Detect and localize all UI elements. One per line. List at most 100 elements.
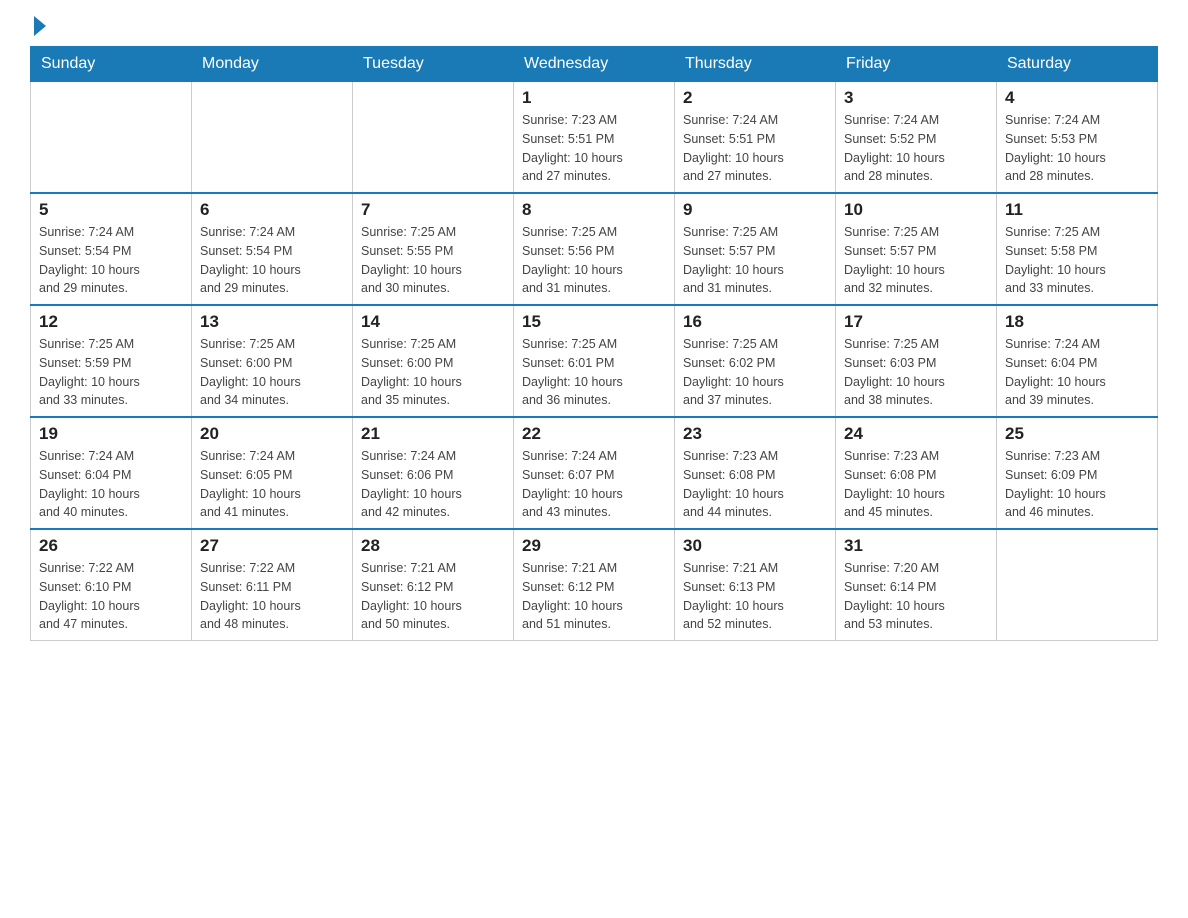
day-number: 10 (844, 200, 988, 220)
calendar-cell: 8 Sunrise: 7:25 AM Sunset: 5:56 PM Daylig… (514, 193, 675, 305)
logo (30, 20, 46, 36)
calendar-cell: 28 Sunrise: 7:21 AM Sunset: 6:12 PM Dayli… (353, 529, 514, 641)
day-info: Sunrise: 7:24 AM Sunset: 5:51 PM Dayligh… (683, 111, 827, 186)
calendar-cell (31, 82, 192, 194)
day-info: Sunrise: 7:24 AM Sunset: 5:54 PM Dayligh… (200, 223, 344, 298)
day-info: Sunrise: 7:21 AM Sunset: 6:12 PM Dayligh… (522, 559, 666, 634)
day-number: 28 (361, 536, 505, 556)
day-number: 24 (844, 424, 988, 444)
weekday-header-monday: Monday (192, 47, 353, 82)
calendar-cell: 7 Sunrise: 7:25 AM Sunset: 5:55 PM Daylig… (353, 193, 514, 305)
week-row-4: 19 Sunrise: 7:24 AM Sunset: 6:04 PM Dayli… (31, 417, 1158, 529)
weekday-header-thursday: Thursday (675, 47, 836, 82)
calendar-cell: 6Sunrise: 7:24 AM Sunset: 5:54 PM Daylig… (192, 193, 353, 305)
day-number: 1 (522, 88, 666, 108)
day-info: Sunrise: 7:25 AM Sunset: 5:57 PM Dayligh… (844, 223, 988, 298)
day-number: 15 (522, 312, 666, 332)
calendar-cell: 18 Sunrise: 7:24 AM Sunset: 6:04 PM Dayli… (997, 305, 1158, 417)
weekday-header-saturday: Saturday (997, 47, 1158, 82)
day-info: Sunrise: 7:24 AM Sunset: 6:05 PM Dayligh… (200, 447, 344, 522)
day-info: Sunrise: 7:23 AM Sunset: 6:09 PM Dayligh… (1005, 447, 1149, 522)
day-number: 20 (200, 424, 344, 444)
day-info: Sunrise: 7:25 AM Sunset: 6:01 PM Dayligh… (522, 335, 666, 410)
day-number: 25 (1005, 424, 1149, 444)
calendar-cell: 3Sunrise: 7:24 AM Sunset: 5:52 PM Daylig… (836, 82, 997, 194)
calendar-cell: 20 Sunrise: 7:24 AM Sunset: 6:05 PM Dayli… (192, 417, 353, 529)
day-info: Sunrise: 7:25 AM Sunset: 6:00 PM Dayligh… (200, 335, 344, 410)
day-info: Sunrise: 7:25 AM Sunset: 5:57 PM Dayligh… (683, 223, 827, 298)
calendar-cell: 30 Sunrise: 7:21 AM Sunset: 6:13 PM Dayli… (675, 529, 836, 641)
day-number: 2 (683, 88, 827, 108)
week-row-2: 5 Sunrise: 7:24 AM Sunset: 5:54 PM Daylig… (31, 193, 1158, 305)
page-header (30, 20, 1158, 36)
day-number: 9 (683, 200, 827, 220)
weekday-header-friday: Friday (836, 47, 997, 82)
calendar-cell: 19 Sunrise: 7:24 AM Sunset: 6:04 PM Dayli… (31, 417, 192, 529)
day-info: Sunrise: 7:24 AM Sunset: 6:07 PM Dayligh… (522, 447, 666, 522)
calendar-cell (997, 529, 1158, 641)
calendar-cell: 21Sunrise: 7:24 AM Sunset: 6:06 PM Dayli… (353, 417, 514, 529)
week-row-3: 12Sunrise: 7:25 AM Sunset: 5:59 PM Dayli… (31, 305, 1158, 417)
day-number: 13 (200, 312, 344, 332)
day-info: Sunrise: 7:24 AM Sunset: 6:04 PM Dayligh… (1005, 335, 1149, 410)
day-number: 8 (522, 200, 666, 220)
calendar-cell: 31 Sunrise: 7:20 AM Sunset: 6:14 PM Dayli… (836, 529, 997, 641)
calendar-cell: 11 Sunrise: 7:25 AM Sunset: 5:58 PM Dayli… (997, 193, 1158, 305)
calendar-cell: 23Sunrise: 7:23 AM Sunset: 6:08 PM Dayli… (675, 417, 836, 529)
day-number: 4 (1005, 88, 1149, 108)
day-info: Sunrise: 7:24 AM Sunset: 6:04 PM Dayligh… (39, 447, 183, 522)
calendar-cell: 24Sunrise: 7:23 AM Sunset: 6:08 PM Dayli… (836, 417, 997, 529)
day-number: 14 (361, 312, 505, 332)
day-number: 16 (683, 312, 827, 332)
day-number: 18 (1005, 312, 1149, 332)
day-number: 7 (361, 200, 505, 220)
calendar-cell: 27Sunrise: 7:22 AM Sunset: 6:11 PM Dayli… (192, 529, 353, 641)
day-number: 21 (361, 424, 505, 444)
day-info: Sunrise: 7:21 AM Sunset: 6:13 PM Dayligh… (683, 559, 827, 634)
calendar-cell: 2 Sunrise: 7:24 AM Sunset: 5:51 PM Daylig… (675, 82, 836, 194)
day-info: Sunrise: 7:25 AM Sunset: 5:56 PM Dayligh… (522, 223, 666, 298)
calendar-cell: 25 Sunrise: 7:23 AM Sunset: 6:09 PM Dayli… (997, 417, 1158, 529)
calendar-cell: 1Sunrise: 7:23 AM Sunset: 5:51 PM Daylig… (514, 82, 675, 194)
day-info: Sunrise: 7:25 AM Sunset: 6:03 PM Dayligh… (844, 335, 988, 410)
calendar-cell: 22 Sunrise: 7:24 AM Sunset: 6:07 PM Dayli… (514, 417, 675, 529)
day-info: Sunrise: 7:25 AM Sunset: 5:59 PM Dayligh… (39, 335, 183, 410)
day-number: 19 (39, 424, 183, 444)
weekday-header-row: SundayMondayTuesdayWednesdayThursdayFrid… (31, 47, 1158, 82)
day-number: 30 (683, 536, 827, 556)
calendar-cell: 5 Sunrise: 7:24 AM Sunset: 5:54 PM Daylig… (31, 193, 192, 305)
day-number: 3 (844, 88, 988, 108)
day-number: 29 (522, 536, 666, 556)
calendar-cell: 13 Sunrise: 7:25 AM Sunset: 6:00 PM Dayli… (192, 305, 353, 417)
day-info: Sunrise: 7:25 AM Sunset: 6:00 PM Dayligh… (361, 335, 505, 410)
day-info: Sunrise: 7:21 AM Sunset: 6:12 PM Dayligh… (361, 559, 505, 634)
day-number: 22 (522, 424, 666, 444)
day-info: Sunrise: 7:25 AM Sunset: 6:02 PM Dayligh… (683, 335, 827, 410)
day-number: 5 (39, 200, 183, 220)
day-info: Sunrise: 7:24 AM Sunset: 5:53 PM Dayligh… (1005, 111, 1149, 186)
day-info: Sunrise: 7:22 AM Sunset: 6:11 PM Dayligh… (200, 559, 344, 634)
weekday-header-tuesday: Tuesday (353, 47, 514, 82)
day-info: Sunrise: 7:22 AM Sunset: 6:10 PM Dayligh… (39, 559, 183, 634)
calendar-cell: 12Sunrise: 7:25 AM Sunset: 5:59 PM Dayli… (31, 305, 192, 417)
calendar-cell: 26 Sunrise: 7:22 AM Sunset: 6:10 PM Dayli… (31, 529, 192, 641)
day-info: Sunrise: 7:24 AM Sunset: 5:54 PM Dayligh… (39, 223, 183, 298)
day-info: Sunrise: 7:20 AM Sunset: 6:14 PM Dayligh… (844, 559, 988, 634)
calendar-cell: 15 Sunrise: 7:25 AM Sunset: 6:01 PM Dayli… (514, 305, 675, 417)
calendar-cell (353, 82, 514, 194)
calendar-cell: 29 Sunrise: 7:21 AM Sunset: 6:12 PM Dayli… (514, 529, 675, 641)
calendar-cell: 10 Sunrise: 7:25 AM Sunset: 5:57 PM Dayli… (836, 193, 997, 305)
calendar-cell: 14 Sunrise: 7:25 AM Sunset: 6:00 PM Dayli… (353, 305, 514, 417)
day-number: 11 (1005, 200, 1149, 220)
day-number: 17 (844, 312, 988, 332)
week-row-1: 1Sunrise: 7:23 AM Sunset: 5:51 PM Daylig… (31, 82, 1158, 194)
day-info: Sunrise: 7:25 AM Sunset: 5:55 PM Dayligh… (361, 223, 505, 298)
weekday-header-sunday: Sunday (31, 47, 192, 82)
calendar-table: SundayMondayTuesdayWednesdayThursdayFrid… (30, 46, 1158, 641)
logo-arrow-icon (34, 16, 46, 36)
day-number: 31 (844, 536, 988, 556)
day-info: Sunrise: 7:25 AM Sunset: 5:58 PM Dayligh… (1005, 223, 1149, 298)
calendar-cell: 16 Sunrise: 7:25 AM Sunset: 6:02 PM Dayli… (675, 305, 836, 417)
calendar-cell (192, 82, 353, 194)
day-number: 26 (39, 536, 183, 556)
